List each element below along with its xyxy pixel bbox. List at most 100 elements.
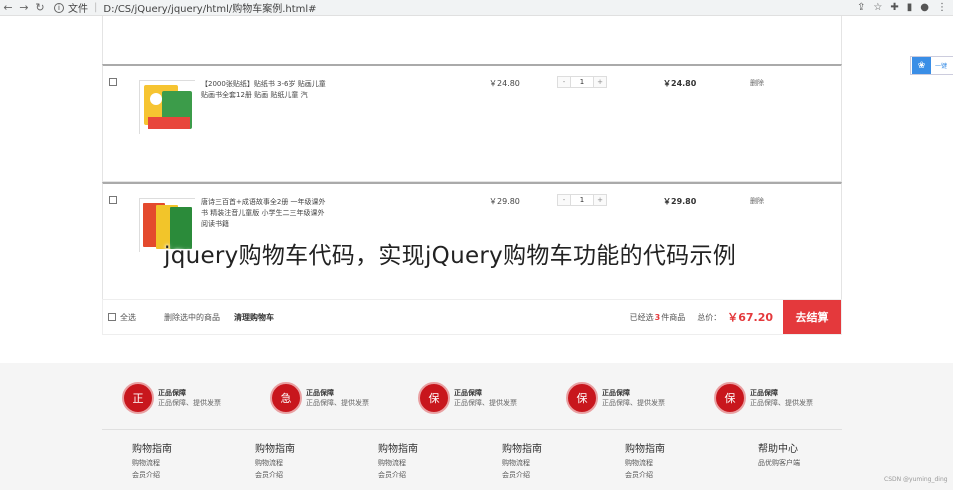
guarantee-sub: 正品保障、提供发票	[158, 398, 221, 407]
footer-column: 购物指南 购物流程 会员介绍	[132, 443, 242, 481]
decrement-button[interactable]: -	[558, 77, 570, 87]
unit-price: ￥29.80	[489, 197, 520, 206]
profile-icon[interactable]: ●	[920, 2, 929, 13]
forward-icon[interactable]: →	[16, 0, 32, 16]
guarantee-title: 正品保障	[750, 388, 778, 397]
guarantee-sub: 正品保障、提供发票	[750, 398, 813, 407]
cart-top-box	[102, 16, 842, 64]
footer-link[interactable]: 会员介绍	[502, 469, 612, 481]
sidebar-icon[interactable]: ▮	[907, 2, 913, 13]
footer-link[interactable]: 购物流程	[502, 457, 612, 469]
quantity-input[interactable]: 1	[570, 195, 594, 205]
guarantee-title: 正品保障	[306, 388, 334, 397]
footer-column-title: 购物指南	[502, 444, 542, 455]
shield-icon: 保	[566, 382, 598, 414]
footer-link[interactable]: 会员介绍	[132, 469, 242, 481]
footer-column: 购物指南 购物流程 会员介绍	[255, 443, 365, 481]
cart-footer-bar: 全选 删除选中的商品 清理购物车 已经选 3 件商品 总价： ￥67.20 去结…	[102, 299, 842, 335]
star-icon[interactable]: ☆	[873, 2, 882, 13]
csdn-watermark: CSDN @yuming_ding	[884, 476, 948, 483]
increment-button[interactable]: +	[594, 77, 606, 87]
footer-column-title: 帮助中心	[758, 444, 798, 455]
footer-divider	[102, 429, 842, 430]
delete-link[interactable]: 删除	[750, 196, 764, 206]
footer-column: 购物指南 购物流程 会员介绍	[378, 443, 488, 481]
guarantee-sub: 正品保障、提供发票	[306, 398, 369, 407]
guarantee-title: 正品保障	[454, 388, 482, 397]
unit-price: ￥24.80	[489, 79, 520, 88]
increment-button[interactable]: +	[594, 195, 606, 205]
checkout-button[interactable]: 去结算	[783, 300, 841, 334]
delete-link[interactable]: 删除	[750, 78, 764, 88]
product-thumbnail[interactable]	[139, 80, 196, 135]
guarantee-title: 正品保障	[602, 388, 630, 397]
side-widget[interactable]: ❀ 一键	[910, 56, 953, 75]
footer-column-title: 购物指南	[132, 444, 172, 455]
clear-cart-link[interactable]: 清理购物车	[234, 312, 274, 323]
item-checkbox[interactable]	[109, 78, 117, 86]
footer-column-title: 购物指南	[255, 444, 295, 455]
footer-column: 帮助中心 品优购客户端	[758, 443, 868, 469]
footer-columns: 购物指南 购物流程 会员介绍 购物指南 购物流程 会员介绍 购物指南 购物流程 …	[132, 443, 852, 489]
guarantee-item: 急 正品保障 正品保障、提供发票	[270, 381, 400, 415]
footer-column-title: 购物指南	[625, 444, 665, 455]
select-all-label[interactable]: 全选	[120, 312, 136, 323]
guarantee-sub: 正品保障、提供发票	[454, 398, 517, 407]
address-bar[interactable]: i 文件 | D:/CS/jQuery/jquery/html/购物车案例.ht…	[54, 1, 317, 15]
overlay-caption: jquery购物车代码，实现jQuery购物车功能的代码示例	[164, 243, 737, 269]
item-checkbox[interactable]	[109, 196, 117, 204]
guarantee-item: 保 正品保障 正品保障、提供发票	[418, 381, 548, 415]
footer-link[interactable]: 会员介绍	[378, 469, 488, 481]
footer-link[interactable]: 购物流程	[255, 457, 365, 469]
extension-icon[interactable]: ✚	[890, 2, 898, 13]
quantity-input[interactable]: 1	[570, 77, 594, 87]
url-text[interactable]: D:/CS/jQuery/jquery/html/购物车案例.html#	[103, 0, 316, 15]
fast-delivery-icon: 急	[270, 382, 302, 414]
guarantee-sub: 正品保障、提供发票	[602, 398, 665, 407]
guarantee-item: 保 正品保障 正品保障、提供发票	[566, 381, 696, 415]
footer-column-title: 购物指南	[378, 444, 418, 455]
browser-toolbar: ← → ↻ i 文件 | D:/CS/jQuery/jquery/html/购物…	[0, 0, 953, 16]
cart-item-row: 【2000张贴纸】贴纸书 3-6岁 贴画儿童 贴画书全套12册 贴画 贴纸儿童 …	[102, 64, 842, 182]
item-subtotal: ￥29.80	[663, 197, 697, 206]
total-label: 总价：	[697, 312, 722, 322]
product-title[interactable]: 唐诗三百首+成语故事全2册 一年级课外书 精装注音儿童版 小学生二三年级课外阅读…	[201, 197, 331, 230]
footer-link[interactable]: 会员介绍	[255, 469, 365, 481]
guarantee-item: 保 正品保障 正品保障、提供发票	[714, 381, 844, 415]
footer-column: 购物指南 购物流程 会员介绍	[502, 443, 612, 481]
selected-count: 3	[654, 312, 661, 322]
footer-link[interactable]: 品优购客户端	[758, 457, 868, 469]
footer-link[interactable]: 购物流程	[625, 457, 735, 469]
guarantee-title: 正品保障	[158, 388, 186, 397]
sticker-book-image	[140, 81, 196, 135]
quantity-stepper: - 1 +	[557, 76, 607, 88]
select-all-checkbox[interactable]	[108, 313, 116, 321]
decrement-button[interactable]: -	[558, 195, 570, 205]
quantity-stepper: - 1 +	[557, 194, 607, 206]
selected-prefix: 已经选	[629, 312, 654, 322]
total-price: ￥67.20	[727, 311, 773, 324]
side-widget-label: 一键	[935, 63, 948, 70]
back-icon[interactable]: ←	[0, 0, 16, 16]
page: 【2000张贴纸】贴纸书 3-6岁 贴画儿童 贴画书全套12册 贴画 贴纸儿童 …	[0, 16, 953, 490]
menu-icon[interactable]: ⋮	[937, 2, 947, 13]
guarantee-strip: 正 正品保障 正品保障、提供发票 急 正品保障 正品保障、提供发票 保 正品保障…	[122, 381, 842, 415]
info-icon[interactable]: i	[54, 2, 64, 13]
item-subtotal: ￥24.80	[663, 79, 697, 88]
cloud-icon: ❀	[912, 57, 931, 74]
site-footer: 正 正品保障 正品保障、提供发票 急 正品保障 正品保障、提供发票 保 正品保障…	[0, 363, 953, 490]
product-title[interactable]: 【2000张贴纸】贴纸书 3-6岁 贴画儿童 贴画书全套12册 贴画 贴纸儿童 …	[201, 79, 331, 101]
cart-area: 【2000张贴纸】贴纸书 3-6岁 贴画儿童 贴画书全套12册 贴画 贴纸儿童 …	[102, 16, 842, 356]
address-separator: |	[94, 2, 98, 13]
file-label: 文件	[68, 4, 88, 15]
share-icon[interactable]: ⇪	[857, 2, 865, 13]
shield-icon: 保	[714, 382, 746, 414]
reload-icon[interactable]: ↻	[32, 0, 48, 16]
footer-link[interactable]: 购物流程	[378, 457, 488, 469]
delete-selected-link[interactable]: 删除选中的商品	[164, 312, 220, 323]
shield-icon: 保	[418, 382, 450, 414]
footer-link[interactable]: 购物流程	[132, 457, 242, 469]
footer-column: 购物指南 购物流程 会员介绍	[625, 443, 735, 481]
footer-link[interactable]: 会员介绍	[625, 469, 735, 481]
genuine-icon: 正	[122, 382, 154, 414]
